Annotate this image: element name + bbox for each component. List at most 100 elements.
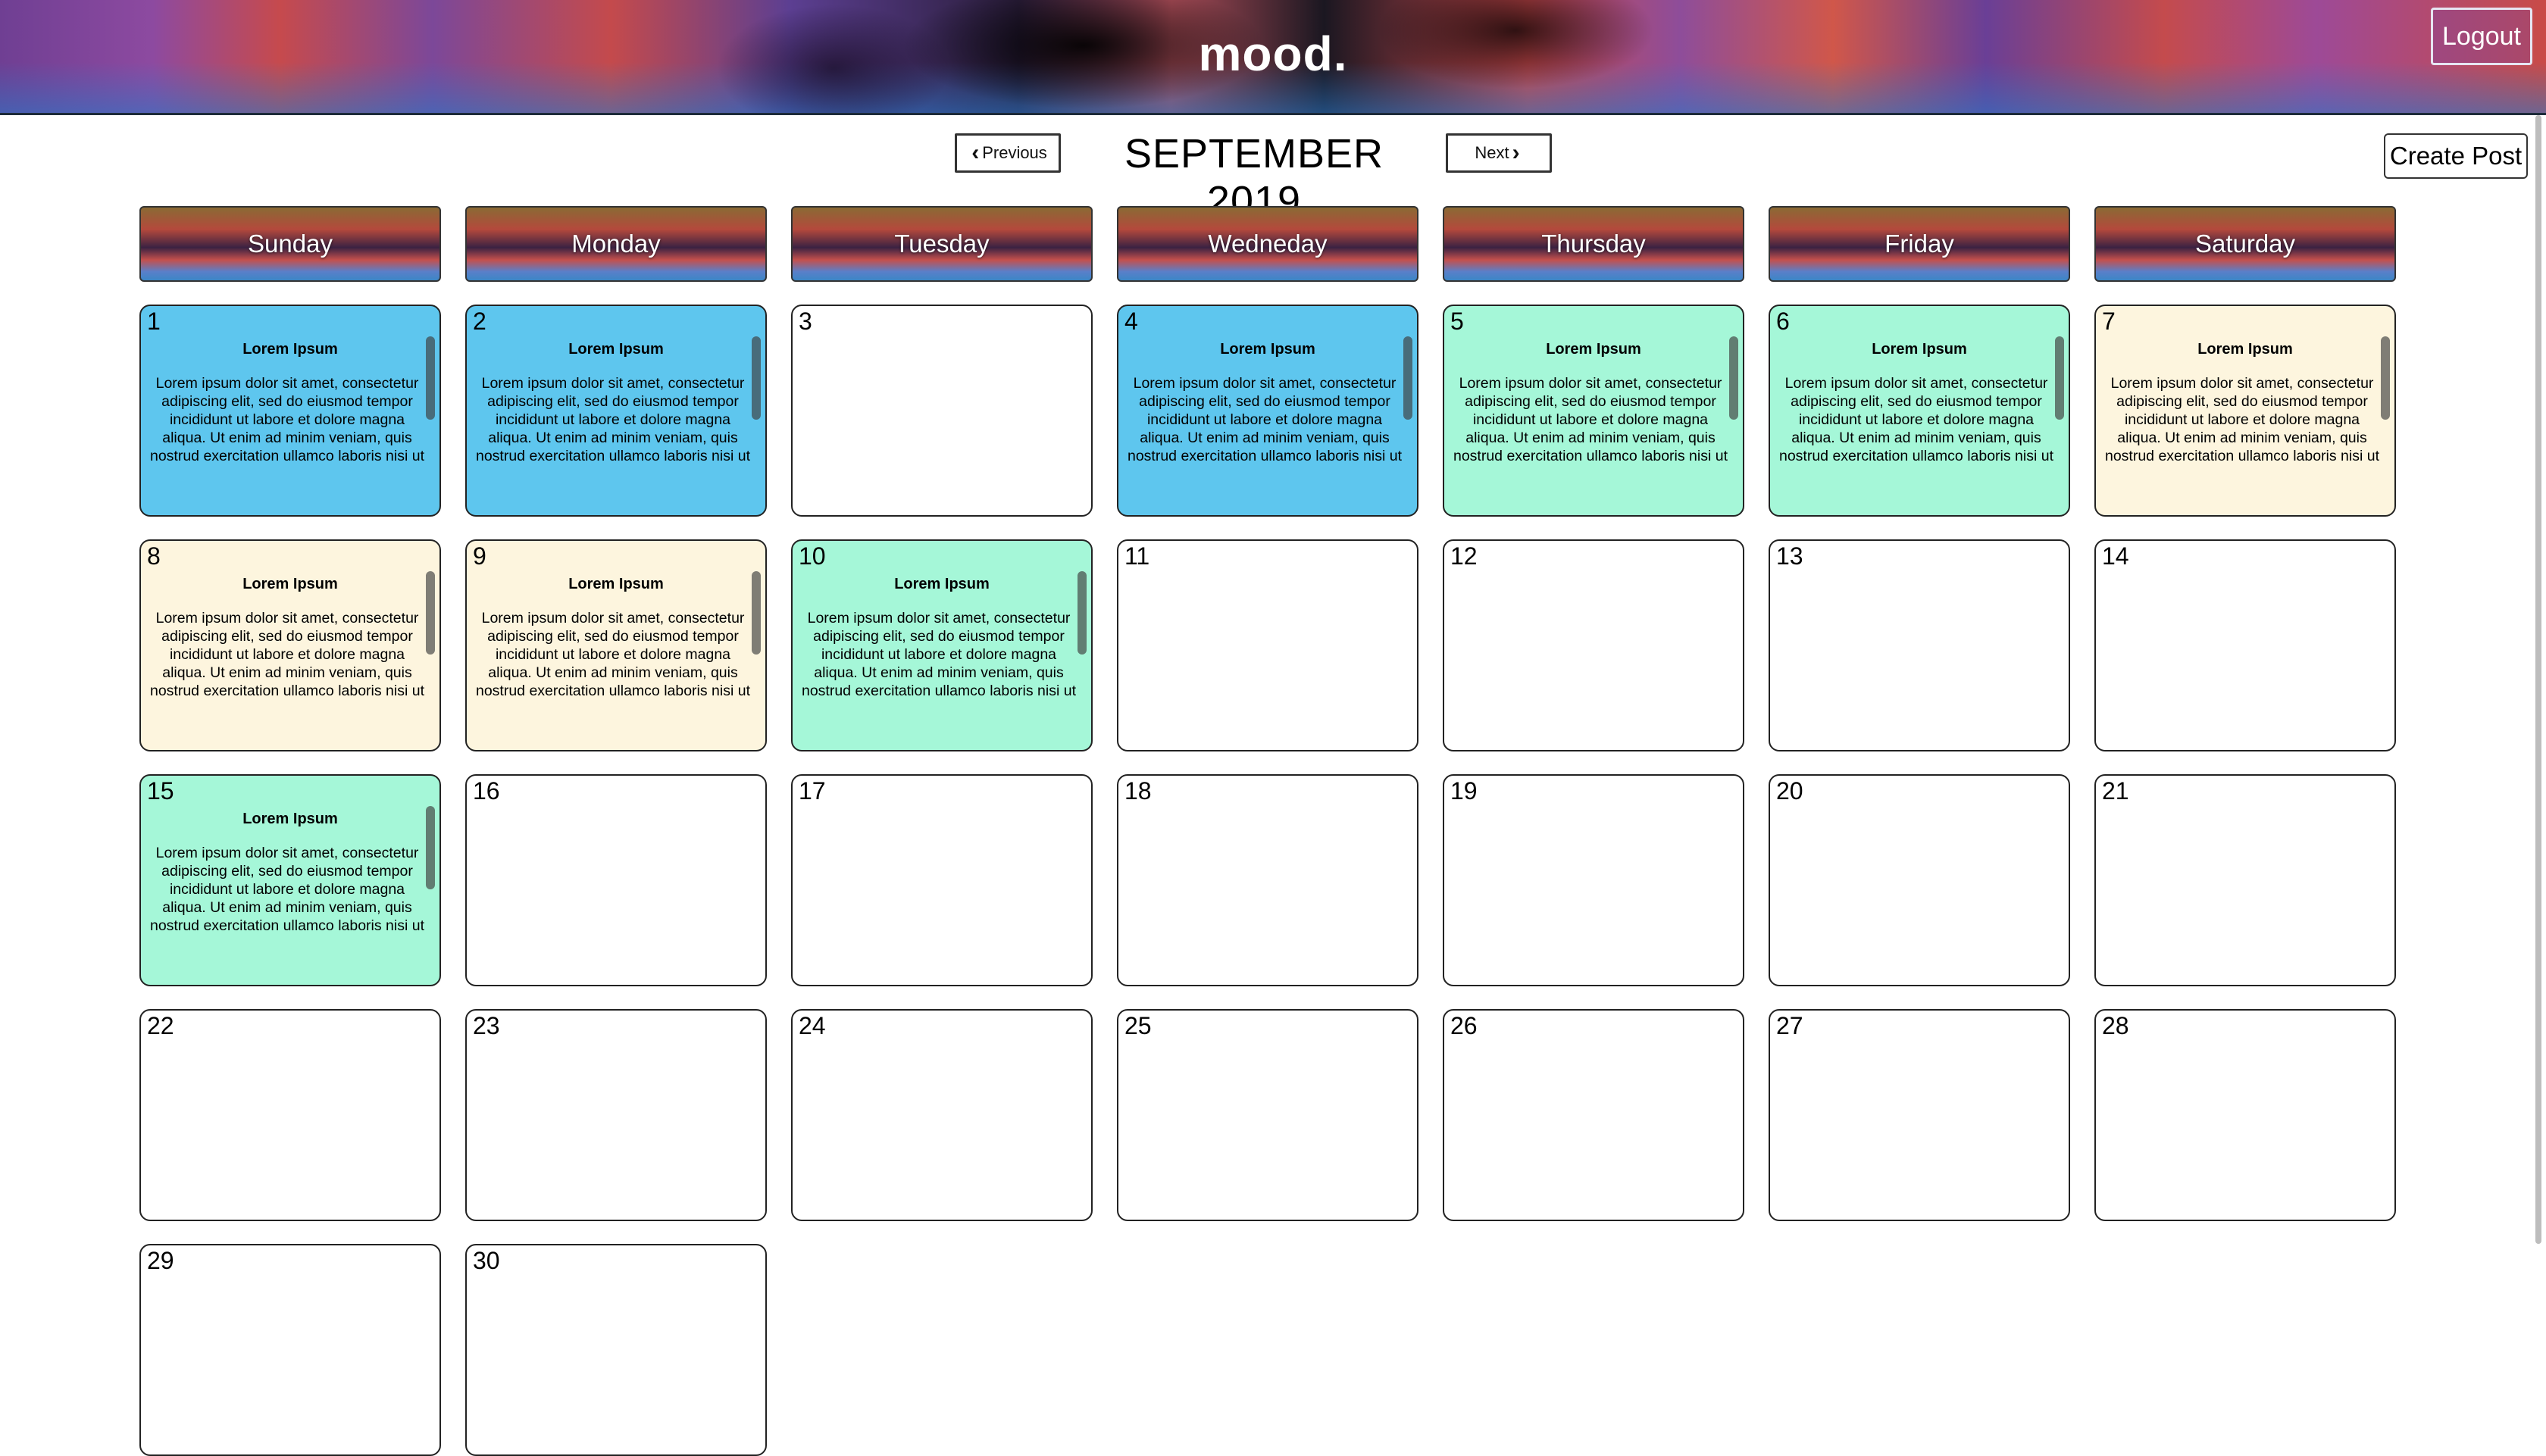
day-cell[interactable]: 2 Lorem Ipsum Lorem ipsum dolor sit amet, … [465,305,767,517]
day-cell[interactable]: 11 [1117,539,1418,751]
day-cell[interactable]: 15 Lorem Ipsum Lorem ipsum dolor sit amet,… [139,774,441,986]
day-number: 10 [799,542,826,570]
day-number: 28 [2102,1012,2129,1039]
day-number: 30 [473,1247,500,1274]
day-cell[interactable]: 27 [1769,1009,2070,1221]
weekday-wednesday: Wedneday [1117,206,1418,282]
post-text: Lorem ipsum dolor sit amet, consectetur … [1453,375,1728,464]
weekday-header-row: Sunday Monday Tuesday Wedneday Thursday … [139,206,2396,282]
header-banner: mood. Logout [0,0,2546,115]
day-cell[interactable]: 3 [791,305,1093,517]
post-text: Lorem ipsum dolor sit amet, consectetur … [1778,375,2053,464]
post-text: Lorem ipsum dolor sit amet, consectetur … [1127,375,1402,464]
day-number: 20 [1776,777,1803,805]
day-cell[interactable]: 4 Lorem Ipsum Lorem ipsum dolor sit amet, … [1117,305,1418,517]
day-number: 11 [1124,542,1150,570]
chevron-right-icon: › [1512,140,1520,165]
post-text: Lorem ipsum dolor sit amet, consectetur … [475,375,750,464]
post-scrollbar[interactable] [2055,336,2064,420]
post-text: Lorem ipsum dolor sit amet, consectetur … [149,845,424,934]
create-post-button[interactable]: Create Post [2384,133,2528,179]
day-cell[interactable]: 30 [465,1244,767,1456]
day-cell[interactable]: 5 Lorem Ipsum Lorem ipsum dolor sit amet, … [1443,305,1744,517]
day-cell[interactable]: 29 [139,1244,441,1456]
post-text: Lorem ipsum dolor sit amet, consectetur … [801,610,1076,699]
day-cell[interactable]: 17 [791,774,1093,986]
day-cell[interactable]: 9 Lorem Ipsum Lorem ipsum dolor sit amet, … [465,539,767,751]
day-number: 1 [147,308,161,335]
day-cell[interactable]: 10 Lorem Ipsum Lorem ipsum dolor sit amet,… [791,539,1093,751]
day-cell[interactable]: 16 [465,774,767,986]
page-scrollbar[interactable] [2535,115,2541,1244]
day-number: 2 [473,308,486,335]
day-number: 17 [799,777,826,805]
post-title: Lorem Ipsum [242,576,338,592]
previous-label: Previous [982,143,1047,162]
day-number: 19 [1450,777,1478,805]
day-cell[interactable]: 19 [1443,774,1744,986]
weekday-monday: Monday [465,206,767,282]
day-number: 24 [799,1012,826,1039]
next-month-button[interactable]: Next › [1446,133,1552,173]
post-scrollbar[interactable] [426,806,435,889]
day-cell[interactable]: 25 [1117,1009,1418,1221]
post-title: Lorem Ipsum [1220,341,1315,358]
day-cell[interactable]: 21 [2094,774,2396,986]
weekday-saturday: Saturday [2094,206,2396,282]
day-cell[interactable]: 24 [791,1009,1093,1221]
day-number: 12 [1450,542,1478,570]
post-title: Lorem Ipsum [242,811,338,827]
day-number: 21 [2102,777,2129,805]
post-scrollbar[interactable] [2381,336,2390,420]
day-cell[interactable]: 6 Lorem Ipsum Lorem ipsum dolor sit amet, … [1769,305,2070,517]
day-number: 6 [1776,308,1790,335]
day-cell[interactable]: 28 [2094,1009,2396,1221]
post-title: Lorem Ipsum [568,576,664,592]
post-text: Lorem ipsum dolor sit amet, consectetur … [475,610,750,699]
post-text: Lorem ipsum dolor sit amet, consectetur … [2104,375,2379,464]
post-title: Lorem Ipsum [1872,341,1967,358]
post-scrollbar[interactable] [752,571,761,655]
post-scrollbar[interactable] [426,571,435,655]
day-cell[interactable]: 7 Lorem Ipsum Lorem ipsum dolor sit amet, … [2094,305,2396,517]
post-scrollbar[interactable] [1729,336,1738,420]
post-text: Lorem ipsum dolor sit amet, consectetur … [149,375,424,464]
day-number: 16 [473,777,500,805]
day-cell[interactable]: 8 Lorem Ipsum Lorem ipsum dolor sit amet, … [139,539,441,751]
previous-month-button[interactable]: ‹ Previous [955,133,1061,173]
weekday-thursday: Thursday [1443,206,1744,282]
day-number: 22 [147,1012,174,1039]
day-number: 29 [147,1247,174,1274]
brand-logo: mood. [1198,27,1348,81]
day-number: 3 [799,308,812,335]
day-number: 25 [1124,1012,1152,1039]
day-number: 27 [1776,1012,1803,1039]
post-scrollbar[interactable] [1078,571,1087,655]
day-number: 23 [473,1012,500,1039]
calendar-grid: 1 Lorem Ipsum Lorem ipsum dolor sit amet, … [139,305,2396,1456]
post-scrollbar[interactable] [1403,336,1412,420]
day-cell[interactable]: 13 [1769,539,2070,751]
logout-button[interactable]: Logout [2431,8,2532,65]
day-cell[interactable]: 26 [1443,1009,1744,1221]
post-title: Lorem Ipsum [1546,341,1641,358]
day-cell[interactable]: 22 [139,1009,441,1221]
post-title: Lorem Ipsum [568,341,664,358]
day-number: 15 [147,777,174,805]
day-number: 4 [1124,308,1138,335]
day-cell[interactable]: 12 [1443,539,1744,751]
day-cell[interactable]: 23 [465,1009,767,1221]
day-cell[interactable]: 18 [1117,774,1418,986]
day-number: 26 [1450,1012,1478,1039]
post-scrollbar[interactable] [426,336,435,420]
post-scrollbar[interactable] [752,336,761,420]
day-number: 9 [473,542,486,570]
day-cell[interactable]: 1 Lorem Ipsum Lorem ipsum dolor sit amet, … [139,305,441,517]
day-cell[interactable]: 20 [1769,774,2070,986]
day-number: 13 [1776,542,1803,570]
day-number: 7 [2102,308,2116,335]
day-number: 8 [147,542,161,570]
day-cell[interactable]: 14 [2094,539,2396,751]
day-number: 18 [1124,777,1152,805]
post-title: Lorem Ipsum [2197,341,2293,358]
